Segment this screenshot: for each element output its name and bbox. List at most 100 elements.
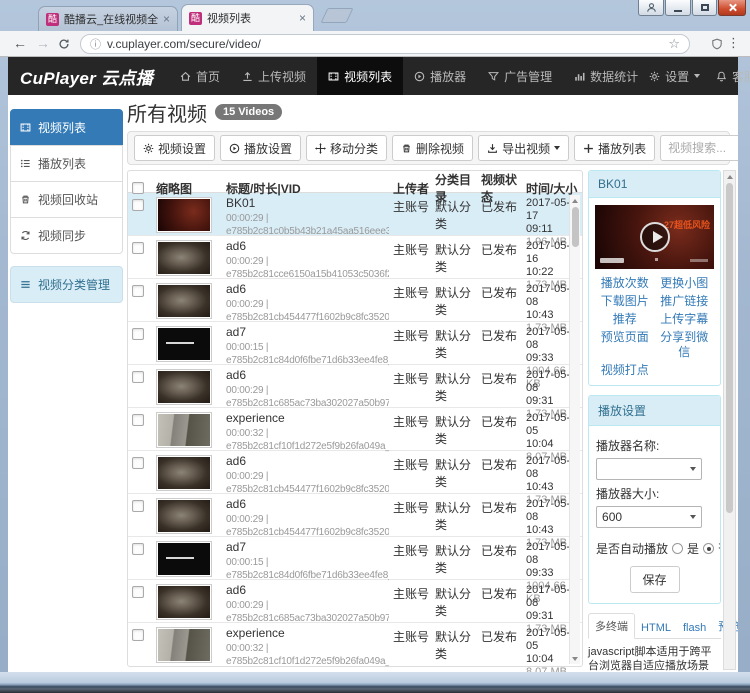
row-checkbox[interactable]: [132, 629, 144, 641]
minimize-button[interactable]: [665, 0, 691, 16]
autoplay-no-radio[interactable]: [703, 543, 714, 554]
sidebar-item-playlist[interactable]: 播放列表: [10, 145, 123, 182]
play-settings-button[interactable]: 播放设置: [220, 135, 301, 161]
video-title[interactable]: ad7: [226, 326, 389, 339]
video-title[interactable]: ad6: [226, 584, 389, 597]
player-name-select[interactable]: [596, 458, 702, 480]
select-all-checkbox[interactable]: [132, 182, 144, 194]
table-row[interactable]: experience 00:00:32 | e785b2c81cf10f1d27…: [128, 408, 582, 451]
tab-close-icon[interactable]: ×: [299, 11, 306, 25]
nav-statistics[interactable]: 数据统计: [563, 57, 649, 95]
video-title[interactable]: ad7: [226, 541, 389, 554]
nav-ad-manage[interactable]: 广告管理: [477, 57, 563, 95]
row-checkbox[interactable]: [132, 328, 144, 340]
move-category-button[interactable]: 移动分类: [306, 135, 387, 161]
video-title[interactable]: experience: [226, 627, 389, 640]
scroll-up-arrow[interactable]: [570, 196, 580, 205]
sidebar-item-recycle-bin[interactable]: 视频回收站: [10, 181, 123, 218]
video-action-link[interactable]: 下载图片: [595, 294, 655, 309]
bookmark-star-icon[interactable]: ☆: [668, 36, 680, 52]
maximize-button[interactable]: [692, 0, 717, 16]
row-checkbox[interactable]: [132, 586, 144, 598]
table-row[interactable]: ad6 00:00:29 | e785b2c81cb454477f1602b9c…: [128, 451, 582, 494]
support-menu[interactable]: 客服支持: [716, 68, 750, 85]
video-action-link[interactable]: 播放次数: [595, 276, 655, 291]
shield-icon[interactable]: [711, 37, 723, 55]
delete-video-button[interactable]: 删除视频: [392, 135, 473, 161]
video-thumbnail[interactable]: [156, 498, 212, 534]
table-row[interactable]: ad6 00:00:29 | e785b2c81c685ac73ba302027…: [128, 580, 582, 623]
video-settings-button[interactable]: 视频设置: [134, 135, 215, 161]
row-checkbox[interactable]: [132, 457, 144, 469]
close-button[interactable]: [718, 0, 746, 16]
row-checkbox[interactable]: [132, 371, 144, 383]
tab-close-icon[interactable]: ×: [163, 12, 170, 26]
video-thumbnail[interactable]: [156, 627, 212, 663]
browser-tab-2-active[interactable]: 酷 视频列表 ×: [181, 4, 314, 31]
nav-video-list[interactable]: 视频列表: [317, 57, 403, 95]
autoplay-yes-radio[interactable]: [672, 543, 683, 554]
export-video-button[interactable]: 导出视频: [478, 135, 569, 161]
row-checkbox[interactable]: [132, 543, 144, 555]
video-title[interactable]: ad6: [226, 240, 389, 253]
video-thumbnail[interactable]: [156, 197, 212, 233]
sidebar-item-video-sync[interactable]: 视频同步: [10, 217, 123, 254]
profile-button[interactable]: [638, 0, 664, 16]
table-row[interactable]: ad6 00:00:29 | e785b2c81cce6150a15b41053…: [128, 236, 582, 279]
scroll-up-arrow[interactable]: [724, 172, 735, 181]
player-size-select[interactable]: 600: [596, 506, 702, 528]
video-action-link[interactable]: 推荐: [595, 312, 655, 327]
row-checkbox[interactable]: [132, 500, 144, 512]
nav-home[interactable]: 首页: [169, 57, 231, 95]
video-thumbnail[interactable]: [156, 584, 212, 620]
address-bar[interactable]: ⓘ v.cuplayer.com/secure/video/ ☆: [80, 34, 690, 54]
video-thumbnail[interactable]: [156, 240, 212, 276]
row-checkbox[interactable]: [132, 414, 144, 426]
app-logo[interactable]: CuPlayer 云点播: [20, 64, 153, 89]
scrollbar-thumb[interactable]: [726, 183, 733, 513]
back-button[interactable]: ←: [13, 35, 27, 52]
video-action-link[interactable]: 预览页面: [595, 330, 655, 360]
video-thumbnail[interactable]: [156, 326, 212, 362]
video-thumbnail[interactable]: [156, 412, 212, 448]
browser-menu-icon[interactable]: ⋮: [727, 35, 740, 51]
video-action-link[interactable]: 更换小图: [655, 276, 715, 291]
search-input[interactable]: [660, 135, 738, 161]
sidebar-item-video-list[interactable]: 视频列表: [10, 109, 123, 146]
forward-button[interactable]: →: [36, 35, 50, 52]
video-title[interactable]: ad6: [226, 455, 389, 468]
table-row[interactable]: ad7 00:00:15 | e785b2c81c84d0f6fbe71d6b3…: [128, 322, 582, 365]
video-preview[interactable]: 27超低风险: [595, 205, 714, 269]
play-button-icon[interactable]: [640, 222, 670, 252]
video-thumbnail[interactable]: [156, 369, 212, 405]
tab-multi-terminal[interactable]: 多终端: [588, 613, 635, 639]
video-title[interactable]: ad6: [226, 369, 389, 382]
video-thumbnail[interactable]: [156, 283, 212, 319]
video-title[interactable]: ad6: [226, 498, 389, 511]
table-row[interactable]: ad6 00:00:29 | e785b2c81c685ac73ba302027…: [128, 365, 582, 408]
save-button[interactable]: 保存: [630, 566, 680, 593]
video-thumbnail[interactable]: [156, 541, 212, 577]
nav-player[interactable]: 播放器: [403, 57, 477, 95]
page-scrollbar[interactable]: [723, 170, 736, 670]
table-row[interactable]: ad6 00:00:29 | e785b2c81cb454477f1602b9c…: [128, 494, 582, 537]
scroll-down-arrow[interactable]: [570, 654, 580, 663]
video-title[interactable]: experience: [226, 412, 389, 425]
video-action-link[interactable]: 视频打点: [595, 363, 655, 378]
video-title[interactable]: ad6: [226, 283, 389, 296]
browser-tab-1[interactable]: 酷 酷播云_在线视频全终端… ×: [38, 6, 178, 31]
video-title[interactable]: BK01: [226, 197, 389, 210]
sidebar-item-category-manage[interactable]: 视频分类管理: [10, 266, 123, 303]
page-info-icon[interactable]: ⓘ: [90, 36, 101, 52]
video-action-link[interactable]: 分享到微信: [655, 330, 715, 360]
row-checkbox[interactable]: [132, 285, 144, 297]
tab-flash[interactable]: flash: [677, 618, 712, 638]
table-scrollbar[interactable]: [569, 195, 580, 664]
row-checkbox[interactable]: [132, 199, 144, 211]
new-tab-button[interactable]: [321, 8, 354, 23]
nav-upload-video[interactable]: 上传视频: [231, 57, 317, 95]
table-row[interactable]: BK01 00:00:29 | e785b2c81c0b5b43b21a45aa…: [128, 193, 582, 236]
reload-button[interactable]: [58, 37, 70, 54]
row-checkbox[interactable]: [132, 242, 144, 254]
tab-html[interactable]: HTML: [635, 618, 677, 638]
